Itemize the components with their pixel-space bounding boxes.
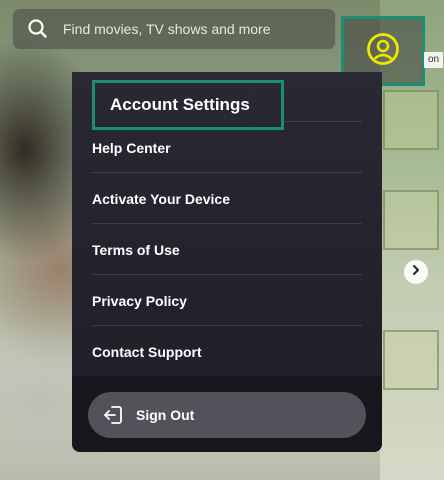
background-window: [383, 90, 439, 150]
hover-label: on: [424, 52, 444, 68]
menu-item-terms-of-use[interactable]: Terms of Use: [72, 224, 382, 275]
chevron-right-icon: [410, 263, 422, 281]
menu-item-label: Privacy Policy: [92, 292, 187, 309]
menu-item-privacy-policy[interactable]: Privacy Policy: [72, 275, 382, 326]
search-icon: [13, 8, 63, 50]
background-window: [383, 190, 439, 250]
sign-out-label: Sign Out: [136, 407, 195, 423]
carousel-next-button[interactable]: [404, 260, 428, 284]
menu-item-activate-device[interactable]: Activate Your Device: [72, 173, 382, 224]
menu-item-label: Activate Your Device: [92, 190, 230, 207]
menu-item-label: Help Center: [92, 139, 171, 156]
background-window: [383, 330, 439, 390]
menu-item-contact-support[interactable]: Contact Support: [72, 326, 382, 377]
account-menu: Account Settings Help Center Activate Yo…: [72, 72, 382, 452]
menu-item-help-center[interactable]: Help Center: [72, 122, 382, 173]
sign-out-button[interactable]: Sign Out: [88, 392, 366, 438]
menu-items: Help Center Activate Your Device Terms o…: [72, 122, 382, 377]
search-bar[interactable]: [12, 8, 336, 50]
sign-out-icon: [102, 404, 124, 426]
search-input[interactable]: [63, 21, 335, 37]
menu-item-label: Terms of Use: [92, 241, 180, 258]
menu-item-label: Contact Support: [92, 343, 202, 360]
menu-footer: Sign Out: [72, 376, 382, 452]
user-circle-icon: [366, 32, 400, 71]
